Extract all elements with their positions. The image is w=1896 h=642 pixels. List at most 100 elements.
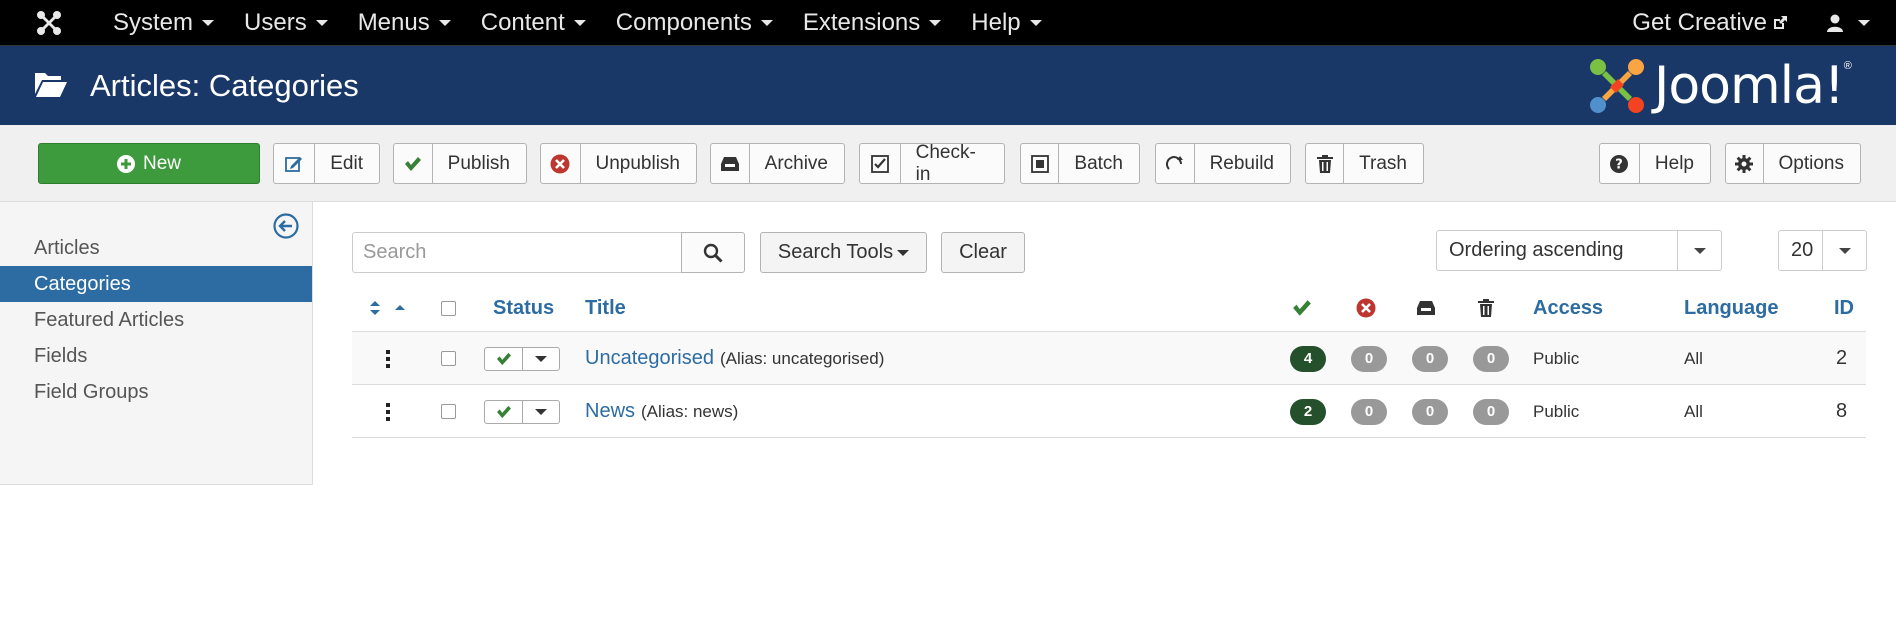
batch-icon bbox=[1021, 144, 1060, 183]
publish-label: Publish bbox=[447, 152, 510, 174]
search-icon bbox=[703, 243, 723, 263]
unpublished-count-header-x-icon[interactable] bbox=[1356, 284, 1376, 332]
menu-label: System bbox=[113, 8, 194, 36]
get-creative-link[interactable]: Get Creative bbox=[1612, 0, 1808, 46]
menu-label: Content bbox=[480, 8, 565, 36]
caret-down-icon bbox=[897, 249, 910, 256]
status-dropdown-caret-icon[interactable] bbox=[523, 401, 559, 423]
published-badge[interactable]: 4 bbox=[1290, 345, 1326, 372]
gear-icon bbox=[1726, 144, 1764, 183]
user-menu[interactable] bbox=[1808, 0, 1896, 46]
menu-label: Users bbox=[244, 8, 307, 36]
caret-down-icon bbox=[573, 19, 586, 26]
row-checkbox[interactable] bbox=[441, 385, 456, 438]
sidebar-item-featured-articles[interactable]: Featured Articles bbox=[0, 302, 312, 338]
menu-system[interactable]: System bbox=[98, 0, 229, 46]
access-header[interactable]: Access bbox=[1533, 284, 1603, 332]
new-button[interactable]: New bbox=[38, 143, 260, 184]
menu-label: Menus bbox=[357, 8, 430, 36]
category-alias: (Alias: news) bbox=[641, 401, 739, 421]
caret-down-icon bbox=[929, 19, 942, 26]
drag-handle[interactable] bbox=[386, 385, 390, 438]
status-toggle[interactable] bbox=[484, 385, 560, 438]
publish-button[interactable]: Publish bbox=[393, 143, 527, 184]
sidebar-item-articles[interactable]: Articles bbox=[0, 230, 312, 266]
search-tools-button[interactable]: Search Tools bbox=[760, 232, 927, 273]
caret-down-icon bbox=[1029, 19, 1042, 26]
rebuild-label: Rebuild bbox=[1209, 152, 1274, 174]
toolbar: New Edit Publish Unpublish Archive Check… bbox=[0, 125, 1896, 202]
select-all-checkbox[interactable] bbox=[441, 284, 456, 332]
menu-content[interactable]: Content bbox=[466, 0, 601, 46]
access-value: Public bbox=[1533, 401, 1580, 421]
status-header[interactable]: Status bbox=[493, 284, 554, 332]
language-header[interactable]: Language bbox=[1684, 284, 1778, 332]
edit-icon bbox=[274, 144, 316, 183]
unpublished-badge: 0 bbox=[1351, 345, 1387, 372]
trash-label: Trash bbox=[1359, 152, 1407, 174]
rebuild-button[interactable]: Rebuild bbox=[1155, 143, 1291, 184]
status-toggle[interactable] bbox=[484, 332, 560, 385]
batch-button[interactable]: Batch bbox=[1020, 143, 1140, 184]
ordering-sort-icon[interactable] bbox=[369, 284, 407, 332]
unpublish-label: Unpublish bbox=[595, 152, 681, 174]
refresh-icon bbox=[1156, 144, 1195, 183]
help-button[interactable]: ? Help bbox=[1599, 143, 1711, 184]
trash-button[interactable]: Trash bbox=[1305, 143, 1424, 184]
clear-button[interactable]: Clear bbox=[941, 232, 1025, 273]
caret-down-icon bbox=[315, 19, 328, 26]
menu-users[interactable]: Users bbox=[229, 0, 343, 46]
edit-button[interactable]: Edit bbox=[273, 143, 380, 184]
list-limit-value: 20 bbox=[1791, 239, 1814, 261]
unpublish-button[interactable]: Unpublish bbox=[540, 143, 697, 184]
published-count-header-check-icon[interactable] bbox=[1292, 284, 1312, 332]
sidebar-item-categories[interactable]: Categories bbox=[0, 266, 312, 302]
published-check-icon[interactable] bbox=[485, 400, 523, 423]
ordering-select[interactable]: Ordering ascending bbox=[1436, 230, 1722, 271]
row-checkbox[interactable] bbox=[441, 332, 456, 385]
archived-count: 0 bbox=[1412, 332, 1448, 385]
new-label: New bbox=[142, 152, 181, 174]
batch-label: Batch bbox=[1074, 152, 1123, 174]
category-title-link[interactable]: News bbox=[585, 400, 635, 423]
id-header[interactable]: ID bbox=[1834, 284, 1854, 332]
sidebar-item-field-groups[interactable]: Field Groups bbox=[0, 374, 312, 410]
title-header[interactable]: Title bbox=[585, 284, 626, 332]
options-button[interactable]: Options bbox=[1725, 143, 1861, 184]
sidebar-item-fields[interactable]: Fields bbox=[0, 338, 312, 374]
help-label: Help bbox=[1654, 152, 1694, 174]
archive-label: Archive bbox=[764, 152, 828, 174]
list-limit-select[interactable]: 20 bbox=[1778, 230, 1867, 271]
menu-components[interactable]: Components bbox=[601, 0, 788, 46]
chevron-down-icon bbox=[1677, 231, 1721, 270]
menu-label: Components bbox=[615, 8, 752, 36]
main-menu: System Users Menus Content Components Ex… bbox=[98, 0, 1057, 46]
published-badge[interactable]: 2 bbox=[1290, 398, 1326, 425]
svg-text:?: ? bbox=[1616, 157, 1624, 172]
archived-badge: 0 bbox=[1412, 345, 1448, 372]
archive-button[interactable]: Archive bbox=[710, 143, 845, 184]
search-input[interactable] bbox=[352, 232, 682, 273]
menu-menus[interactable]: Menus bbox=[343, 0, 466, 46]
registered-mark: ® bbox=[1843, 60, 1852, 72]
id-value: 8 bbox=[1836, 400, 1848, 422]
status-dropdown-caret-icon[interactable] bbox=[523, 348, 559, 370]
checkin-button[interactable]: Check-in bbox=[859, 142, 1005, 185]
trashed-count: 0 bbox=[1473, 332, 1509, 385]
trashed-badge: 0 bbox=[1473, 398, 1509, 425]
trashed-count-header-trash-icon[interactable] bbox=[1478, 284, 1494, 332]
menu-extensions[interactable]: Extensions bbox=[788, 0, 956, 46]
joomla-wordmark: Joomla! bbox=[1654, 56, 1845, 116]
archive-icon bbox=[711, 144, 750, 183]
search-button[interactable] bbox=[681, 232, 745, 273]
drag-handle[interactable] bbox=[386, 332, 390, 385]
joomla-menu-icon[interactable] bbox=[0, 0, 98, 46]
menu-help[interactable]: Help bbox=[956, 0, 1056, 46]
top-navbar: System Users Menus Content Components Ex… bbox=[0, 0, 1896, 46]
chevron-down-icon bbox=[1822, 231, 1866, 270]
archived-count-header-archive-icon[interactable] bbox=[1416, 284, 1436, 332]
id-value: 2 bbox=[1836, 347, 1848, 369]
category-title-link[interactable]: Uncategorised bbox=[585, 347, 714, 370]
user-icon bbox=[1827, 14, 1843, 32]
published-check-icon[interactable] bbox=[485, 347, 523, 370]
